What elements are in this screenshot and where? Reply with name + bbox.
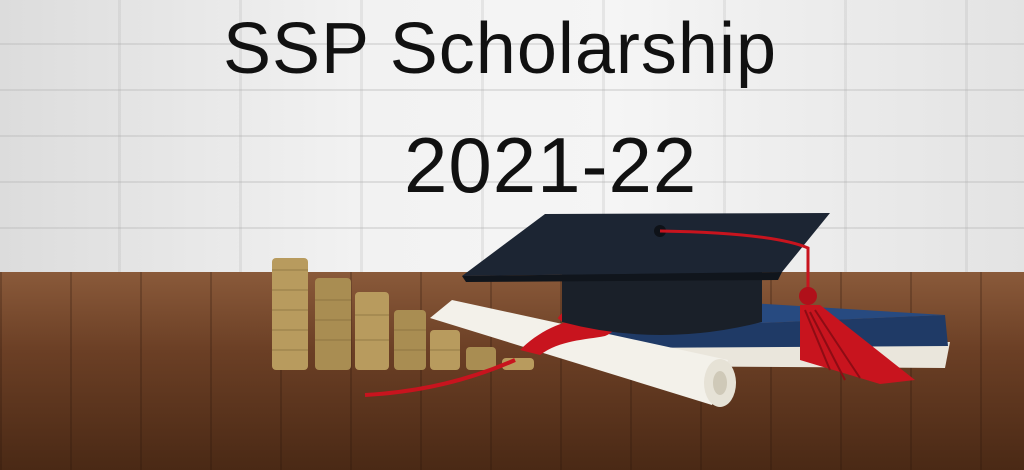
banner-image: SSP Scholarship 2021-22 (0, 0, 1024, 470)
graduation-illustration (272, 213, 950, 407)
